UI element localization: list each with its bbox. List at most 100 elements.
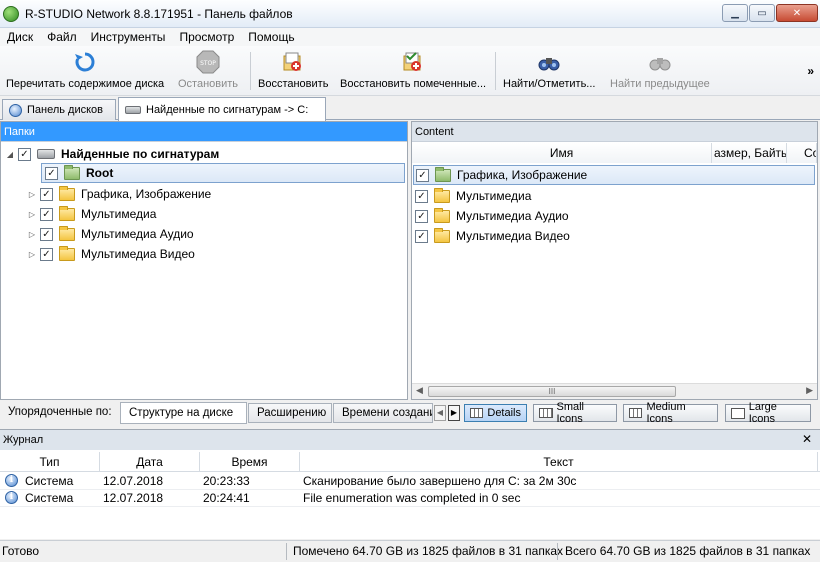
sort-by-structure[interactable]: Структуре на диске [120, 402, 247, 424]
tab-disks-label: Панель дисков [27, 104, 104, 116]
horizontal-scrollbar[interactable]: ◀ III ▶ [412, 383, 817, 399]
journal-row[interactable]: i Система 12.07.2018 20:23:33 Сканирован… [0, 473, 820, 490]
checkbox[interactable]: ✓ [45, 166, 58, 180]
find-mark-button[interactable]: Найти/Отметить... [503, 50, 595, 94]
binoculars-disabled-icon [648, 50, 672, 74]
menu-help[interactable]: Помощь [241, 30, 301, 44]
journal-col-type[interactable]: Тип [0, 452, 100, 472]
tree-root-folder[interactable]: ✓ Root [41, 163, 405, 183]
scroll-left-icon[interactable]: ◀ [416, 385, 423, 396]
scroll-left-icon[interactable]: ◀ [434, 405, 446, 421]
folders-pane: Папки ◢ ✓ Найденные по сигнатурам ✓ Root… [0, 121, 408, 400]
medium-icons-view-icon [629, 408, 643, 418]
journal-col-text[interactable]: Текст [300, 452, 818, 472]
folder-icon [59, 185, 75, 201]
menu-view[interactable]: Просмотр [172, 30, 241, 44]
sort-by-creation-time[interactable]: Времени создани [333, 403, 433, 423]
journal-row-text: Сканирование было завершено для C: за 2м… [303, 474, 577, 488]
list-item-label: Мультимедиа Видео [456, 229, 570, 243]
checkbox[interactable]: ✓ [40, 187, 53, 201]
sort-by-extension[interactable]: Расширению [248, 403, 332, 423]
maximize-button[interactable]: ▭ [749, 4, 775, 22]
list-item[interactable]: ✓ Графика, Изображение [413, 165, 815, 185]
column-created[interactable]: Со [787, 143, 817, 163]
journal-row[interactable]: i Система 12.07.2018 20:24:41 File enume… [0, 490, 820, 507]
tab-strip: Панель дисков Найденные по сигнатурам ->… [0, 96, 820, 121]
stop-label: Остановить [178, 78, 239, 90]
window-title: R-STUDIO Network 8.8.171951 - Панель фай… [25, 6, 293, 21]
list-item[interactable]: ✓ Мультимедиа Видео [415, 226, 570, 246]
journal-row-date: 12.07.2018 [103, 491, 164, 505]
tree-root-node[interactable]: ◢ ✓ Найденные по сигнатурам [5, 144, 219, 164]
tree-item[interactable]: ▷ ✓ Мультимедиа Видео [27, 244, 195, 264]
menu-disk[interactable]: Диск [0, 30, 40, 44]
stop-icon: STOP [196, 50, 220, 74]
tree-item-label: Графика, Изображение [81, 187, 212, 201]
menu-file[interactable]: Файл [40, 30, 84, 44]
rescan-button[interactable]: Перечитать содержимое диска [6, 50, 164, 94]
journal-row-time: 20:23:33 [203, 474, 250, 488]
checkbox[interactable]: ✓ [415, 189, 428, 203]
checkbox[interactable]: ✓ [40, 227, 53, 241]
details-view-icon [470, 408, 484, 418]
toolbar-overflow-button[interactable]: » [807, 64, 814, 78]
journal-row-time: 20:24:41 [203, 491, 250, 505]
close-icon[interactable]: ✕ [802, 432, 812, 446]
expand-arrow-icon[interactable]: ▷ [27, 250, 37, 259]
collapse-arrow-icon[interactable]: ◢ [5, 150, 15, 159]
view-small-icons-button[interactable]: Small Icons [533, 401, 617, 425]
checkbox[interactable]: ✓ [415, 209, 428, 223]
folder-icon [434, 187, 450, 203]
list-item-label: Графика, Изображение [457, 168, 588, 182]
journal-col-time[interactable]: Время [200, 452, 300, 472]
sort-structure-label: Структуре на диске [129, 407, 234, 419]
column-name[interactable]: Имя [412, 143, 712, 163]
checkbox[interactable]: ✓ [40, 247, 53, 261]
drive-icon [37, 149, 55, 159]
recover-button[interactable]: Восстановить [258, 50, 328, 94]
small-icons-view-icon [539, 408, 553, 418]
stop-button[interactable]: STOP Остановить [178, 50, 238, 94]
checkbox[interactable]: ✓ [40, 207, 53, 221]
column-size[interactable]: азмер, Байты [712, 143, 787, 163]
tree-item[interactable]: ▷ ✓ Мультимедиа [27, 204, 156, 224]
checkbox[interactable]: ✓ [18, 147, 31, 161]
folders-pane-header: Папки [1, 122, 407, 142]
minimize-button[interactable]: ▁ [722, 4, 748, 22]
status-ready: Готово [2, 544, 40, 558]
view-details-button[interactable]: Details [464, 404, 527, 422]
tree-root-label: Найденные по сигнатурам [61, 147, 220, 161]
expand-arrow-icon[interactable]: ▷ [27, 230, 37, 239]
list-item[interactable]: ✓ Мультимедиа Аудио [415, 206, 569, 226]
list-item[interactable]: ✓ Мультимедиа [415, 186, 531, 206]
tab-found[interactable]: Найденные по сигнатурам -> C: [118, 97, 326, 121]
status-bar: Готово Помечено 64.70 GB из 1825 файлов … [0, 540, 820, 562]
checkbox[interactable]: ✓ [415, 229, 428, 243]
view-medium-icons-button[interactable]: Medium Icons [623, 401, 718, 425]
recover-marked-button[interactable]: Восстановить помеченные... [340, 50, 486, 94]
info-icon: i [5, 491, 18, 504]
tree-item[interactable]: ▷ ✓ Мультимедиа Аудио [27, 224, 194, 244]
journal-columns: Тип Дата Время Текст [0, 452, 820, 472]
journal-row-text: File enumeration was completed in 0 sec [303, 491, 521, 505]
scroll-thumb[interactable]: III [428, 386, 676, 397]
close-button[interactable]: ✕ [776, 4, 818, 22]
rescan-label: Перечитать содержимое диска [6, 78, 165, 90]
expand-arrow-icon[interactable]: ▷ [27, 210, 37, 219]
expand-arrow-icon[interactable]: ▷ [27, 190, 37, 199]
find-prev-button[interactable]: Найти предыдущее [610, 50, 710, 94]
disks-tab-icon [9, 103, 22, 117]
view-small-icons-label: Small Icons [556, 401, 585, 425]
recover-icon [281, 50, 305, 74]
info-icon: i [5, 474, 18, 487]
folder-icon [435, 166, 451, 182]
checkbox[interactable]: ✓ [416, 168, 429, 182]
view-large-icons-button[interactable]: Large Icons [725, 401, 811, 425]
scroll-right-icon[interactable]: ▶ [806, 385, 813, 396]
tree-item[interactable]: ▷ ✓ Графика, Изображение [27, 184, 211, 204]
menu-tools[interactable]: Инструменты [84, 30, 173, 44]
scroll-right-icon[interactable]: ▶ [448, 405, 460, 421]
tab-disks[interactable]: Панель дисков [2, 99, 116, 120]
journal-col-date[interactable]: Дата [100, 452, 200, 472]
tree-root-folder-label: Root [86, 166, 114, 180]
